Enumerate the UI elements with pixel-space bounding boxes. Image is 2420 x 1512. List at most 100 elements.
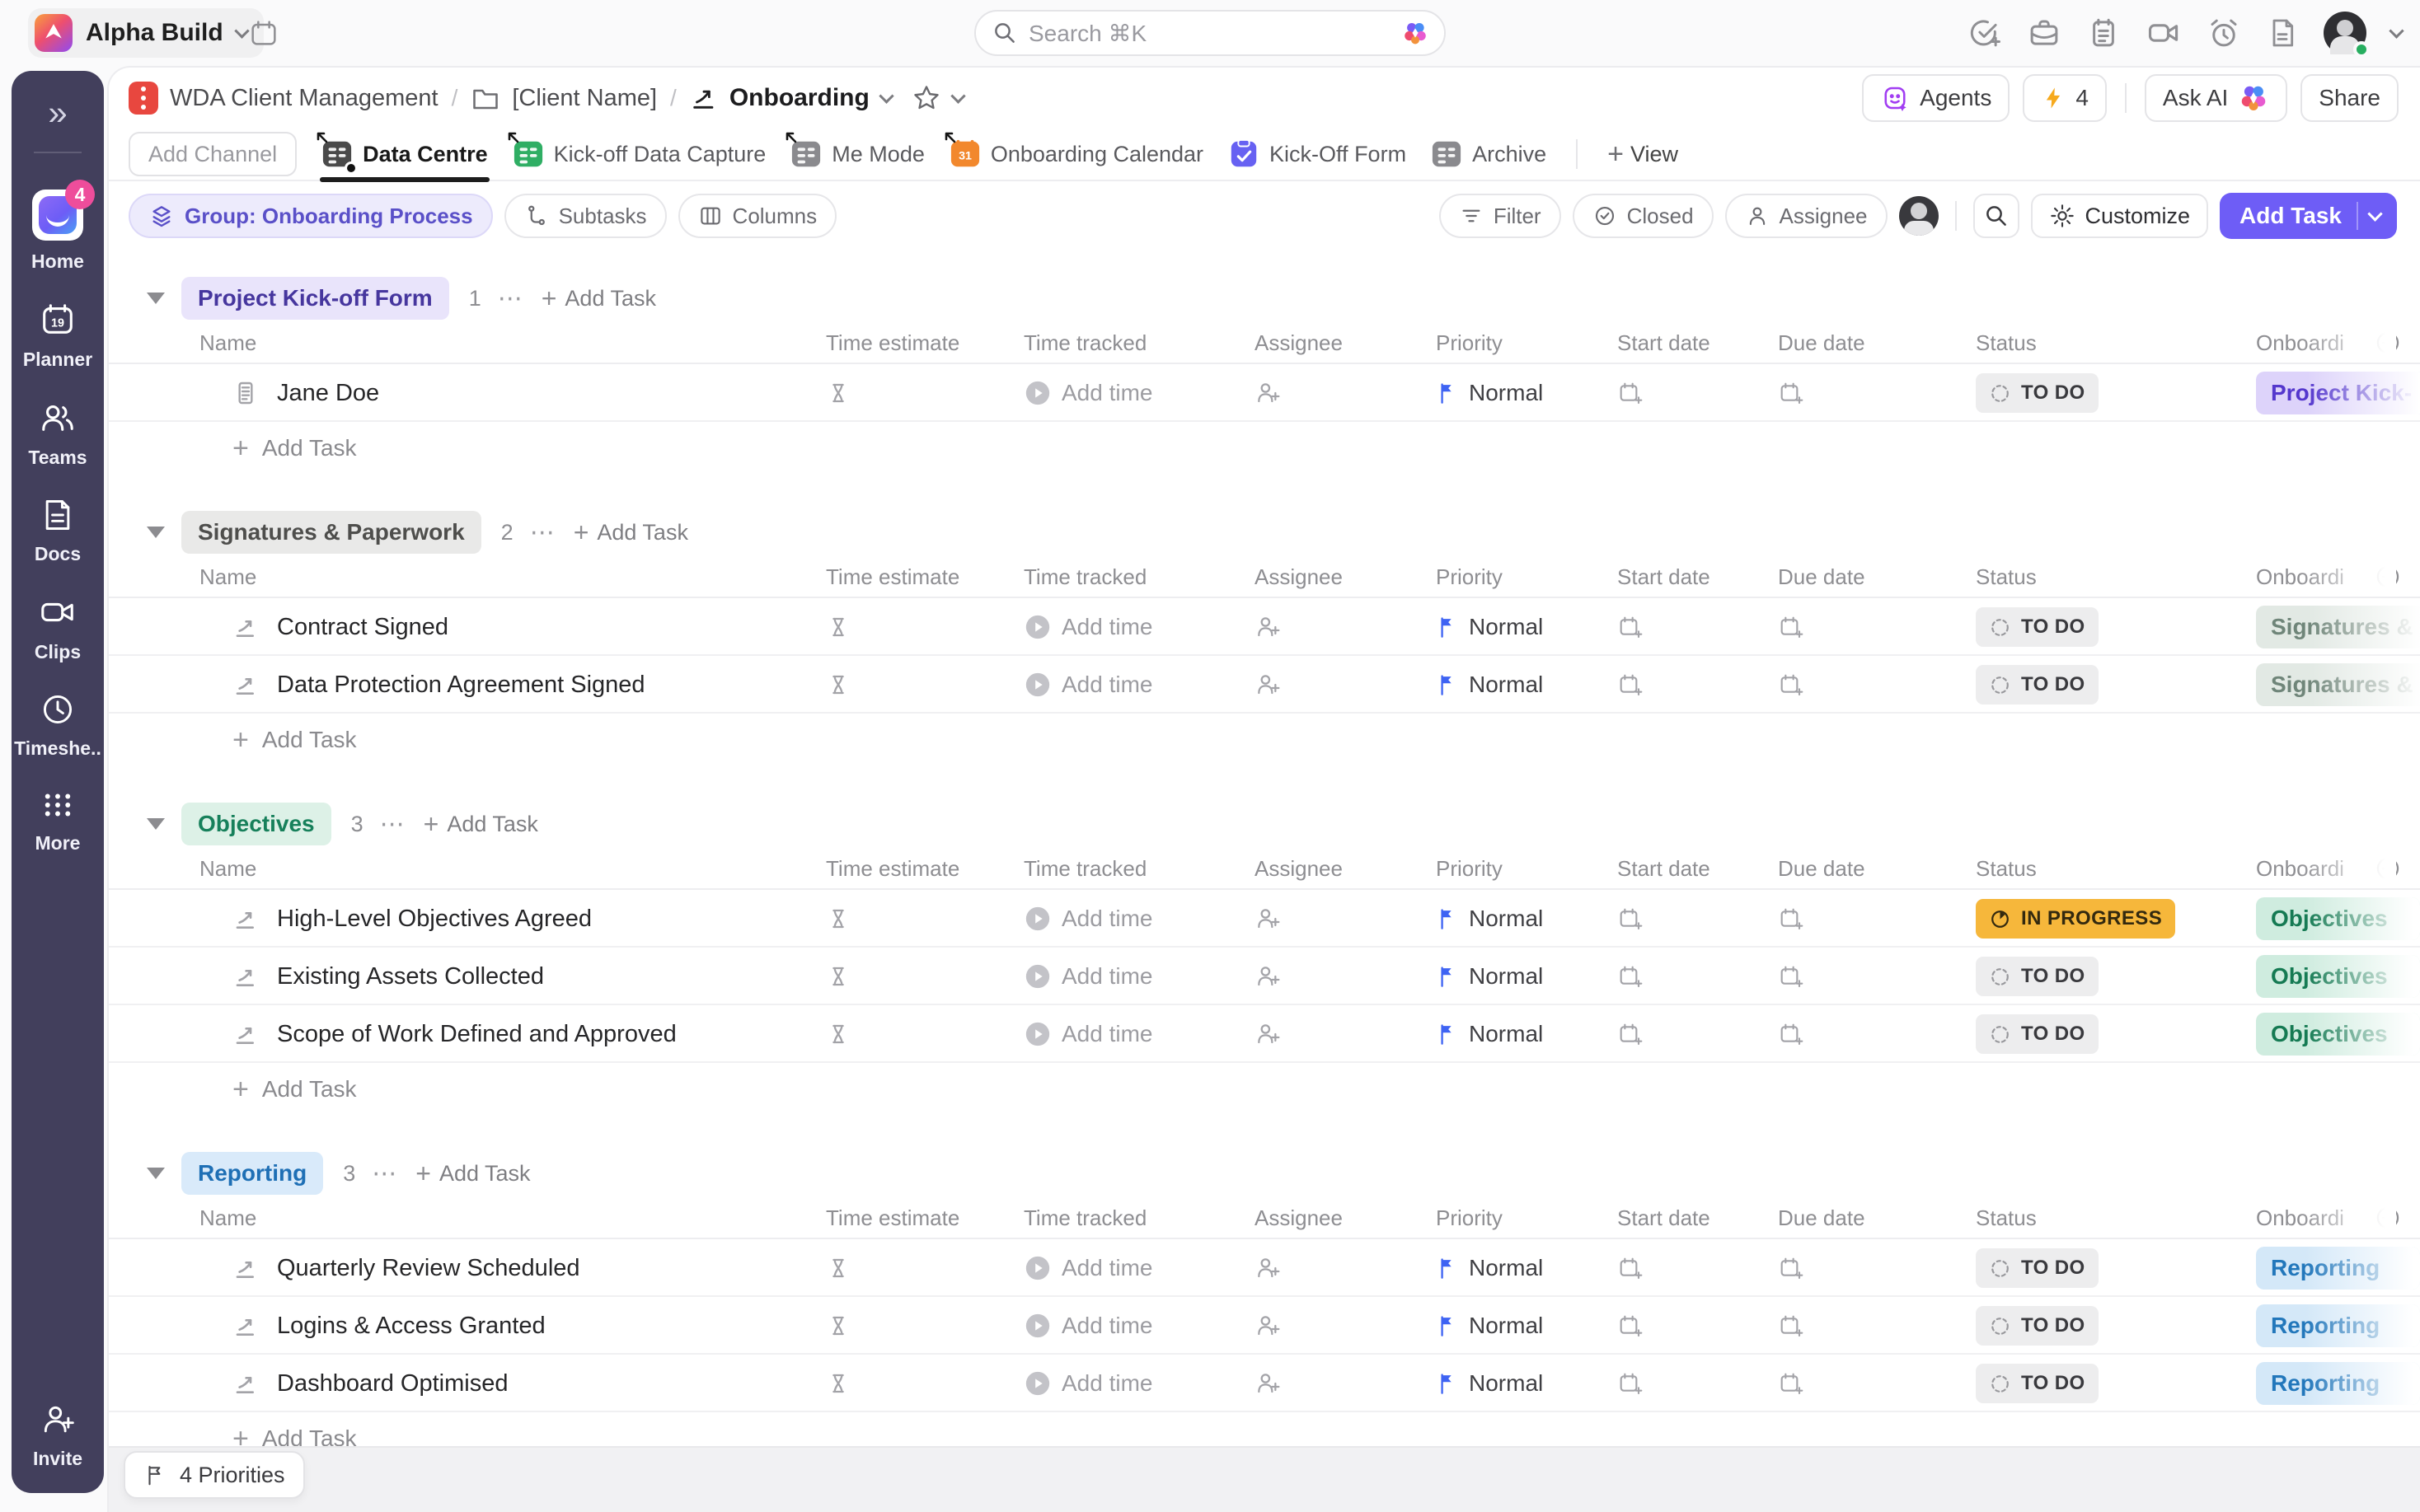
- column-header-assignee[interactable]: Assignee: [1255, 330, 1436, 356]
- start-date-cell[interactable]: [1617, 1021, 1778, 1047]
- ai-flower-icon[interactable]: [1401, 19, 1429, 47]
- tab-data-centre[interactable]: Data Centre: [321, 128, 488, 180]
- user-avatar[interactable]: [2324, 12, 2366, 54]
- priority-cell[interactable]: Normal: [1436, 906, 1617, 932]
- onboarding-tag[interactable]: Objectives: [2256, 897, 2420, 940]
- column-header-start-date[interactable]: Start date: [1617, 564, 1778, 590]
- due-date-cell[interactable]: [1778, 963, 1976, 990]
- column-header-due-date[interactable]: Due date: [1778, 856, 1976, 882]
- sidebar-invite[interactable]: Invite: [33, 1402, 82, 1470]
- onboarding-tag[interactable]: Objectives: [2256, 1013, 2420, 1056]
- column-header-time-estimate[interactable]: Time estimate: [826, 856, 1024, 882]
- column-header-onboarding[interactable]: Onboardi: [2256, 329, 2420, 357]
- column-header-due-date[interactable]: Due date: [1778, 330, 1976, 356]
- time-tracked-cell[interactable]: Add time: [1024, 671, 1255, 699]
- column-header-onboarding[interactable]: Onboardi: [2256, 854, 2420, 882]
- share-button[interactable]: Share: [2300, 74, 2399, 122]
- assignee-cell[interactable]: [1255, 963, 1436, 990]
- ai-credits-button[interactable]: 4: [2023, 74, 2107, 122]
- status-badge[interactable]: TO DO: [1976, 665, 2099, 705]
- column-header-priority[interactable]: Priority: [1436, 330, 1617, 356]
- sidebar-item-docs[interactable]: Docs: [35, 497, 81, 565]
- assignee-cell[interactable]: [1255, 1021, 1436, 1047]
- onboarding-tag[interactable]: Reporting: [2256, 1304, 2420, 1347]
- due-date-cell[interactable]: [1778, 614, 1976, 640]
- priority-cell[interactable]: Normal: [1436, 672, 1617, 698]
- column-header-priority[interactable]: Priority: [1436, 564, 1617, 590]
- onboarding-tag[interactable]: Reporting: [2256, 1247, 2420, 1290]
- collapse-caret-icon[interactable]: [147, 1168, 165, 1179]
- group-name-pill[interactable]: Signatures & Paperwork: [181, 511, 481, 554]
- chevron-down-icon[interactable]: [950, 88, 965, 103]
- collapse-caret-icon[interactable]: [147, 818, 165, 830]
- collapse-caret-icon[interactable]: [147, 527, 165, 538]
- group-add-task-button[interactable]: +Add Task: [574, 517, 688, 548]
- column-header-time-estimate[interactable]: Time estimate: [826, 330, 1024, 356]
- group-add-task-button[interactable]: +Add Task: [542, 283, 656, 314]
- task-name-cell[interactable]: Quarterly Review Scheduled: [109, 1255, 826, 1282]
- chevron-down-icon[interactable]: [879, 88, 893, 103]
- tab-me-mode[interactable]: Me Mode: [790, 128, 925, 180]
- start-date-cell[interactable]: [1617, 1370, 1778, 1397]
- sidebar-item-home[interactable]: 4 Home: [31, 190, 84, 273]
- group-menu-icon[interactable]: ⋯: [372, 1159, 399, 1188]
- due-date-cell[interactable]: [1778, 1313, 1976, 1339]
- priority-cell[interactable]: Normal: [1436, 963, 1617, 990]
- assignee-cell[interactable]: [1255, 1313, 1436, 1339]
- sidebar-item-teams[interactable]: Teams: [28, 399, 87, 469]
- add-task-row[interactable]: + Add Task: [109, 422, 2420, 475]
- star-icon[interactable]: [912, 83, 941, 113]
- task-name-cell[interactable]: Logins & Access Granted: [109, 1313, 826, 1340]
- closed-pill[interactable]: Closed: [1573, 194, 1714, 238]
- onboarding-tag[interactable]: Objectives: [2256, 955, 2420, 998]
- sidebar-expand-icon[interactable]: »: [48, 96, 67, 130]
- start-date-cell[interactable]: [1617, 614, 1778, 640]
- group-name-pill[interactable]: Objectives: [181, 803, 331, 845]
- agents-button[interactable]: Agents: [1862, 74, 2010, 122]
- column-header-time-tracked[interactable]: Time tracked: [1024, 564, 1255, 590]
- tab-archive[interactable]: Archive: [1431, 128, 1546, 180]
- onboarding-tag[interactable]: Reporting: [2256, 1362, 2420, 1405]
- time-estimate-cell[interactable]: [826, 615, 1024, 639]
- sidebar-item-timesheets[interactable]: Timeshe..: [14, 691, 101, 760]
- column-header-time-tracked[interactable]: Time tracked: [1024, 1205, 1255, 1231]
- start-date-cell[interactable]: [1617, 1255, 1778, 1281]
- column-header-status[interactable]: Status: [1976, 856, 2256, 882]
- onboarding-tag[interactable]: Project Kick-: [2256, 372, 2420, 414]
- column-header-name[interactable]: Name: [109, 856, 826, 882]
- new-task-icon[interactable]: [1967, 16, 2002, 50]
- columns-pill[interactable]: Columns: [678, 194, 837, 238]
- chevron-down-icon[interactable]: [2389, 23, 2404, 38]
- time-tracked-cell[interactable]: Add time: [1024, 1254, 1255, 1282]
- column-header-assignee[interactable]: Assignee: [1255, 1205, 1436, 1231]
- subtasks-pill[interactable]: Subtasks: [504, 194, 667, 238]
- column-header-status[interactable]: Status: [1976, 564, 2256, 590]
- time-tracked-cell[interactable]: Add time: [1024, 905, 1255, 933]
- assignee-cell[interactable]: [1255, 614, 1436, 640]
- column-header-name[interactable]: Name: [109, 1205, 826, 1231]
- sidebar-item-more[interactable]: More: [35, 788, 81, 854]
- due-date-cell[interactable]: [1778, 380, 1976, 406]
- due-date-cell[interactable]: [1778, 906, 1976, 932]
- ask-ai-button[interactable]: Ask AI: [2145, 74, 2287, 122]
- column-header-name[interactable]: Name: [109, 564, 826, 590]
- search-list-button[interactable]: [1973, 194, 2019, 238]
- filter-pill[interactable]: Filter: [1439, 194, 1561, 238]
- due-date-cell[interactable]: [1778, 1021, 1976, 1047]
- column-header-start-date[interactable]: Start date: [1617, 856, 1778, 882]
- task-name-cell[interactable]: Dashboard Optimised: [109, 1370, 826, 1397]
- task-name-cell[interactable]: Existing Assets Collected: [109, 963, 826, 990]
- customize-button[interactable]: Customize: [2031, 194, 2209, 238]
- due-date-cell[interactable]: [1778, 1255, 1976, 1281]
- time-estimate-cell[interactable]: [826, 906, 1024, 931]
- add-view-button[interactable]: + View: [1607, 128, 1678, 180]
- group-menu-icon[interactable]: ⋯: [530, 518, 557, 547]
- group-menu-icon[interactable]: ⋯: [380, 810, 407, 839]
- time-estimate-cell[interactable]: [826, 1022, 1024, 1046]
- task-name-cell[interactable]: Contract Signed: [109, 614, 826, 641]
- column-header-status[interactable]: Status: [1976, 1205, 2256, 1231]
- onboarding-tag[interactable]: Signatures &: [2256, 663, 2420, 706]
- status-badge[interactable]: IN PROGRESS: [1976, 899, 2175, 939]
- status-badge[interactable]: TO DO: [1976, 373, 2099, 413]
- column-header-time-estimate[interactable]: Time estimate: [826, 1205, 1024, 1231]
